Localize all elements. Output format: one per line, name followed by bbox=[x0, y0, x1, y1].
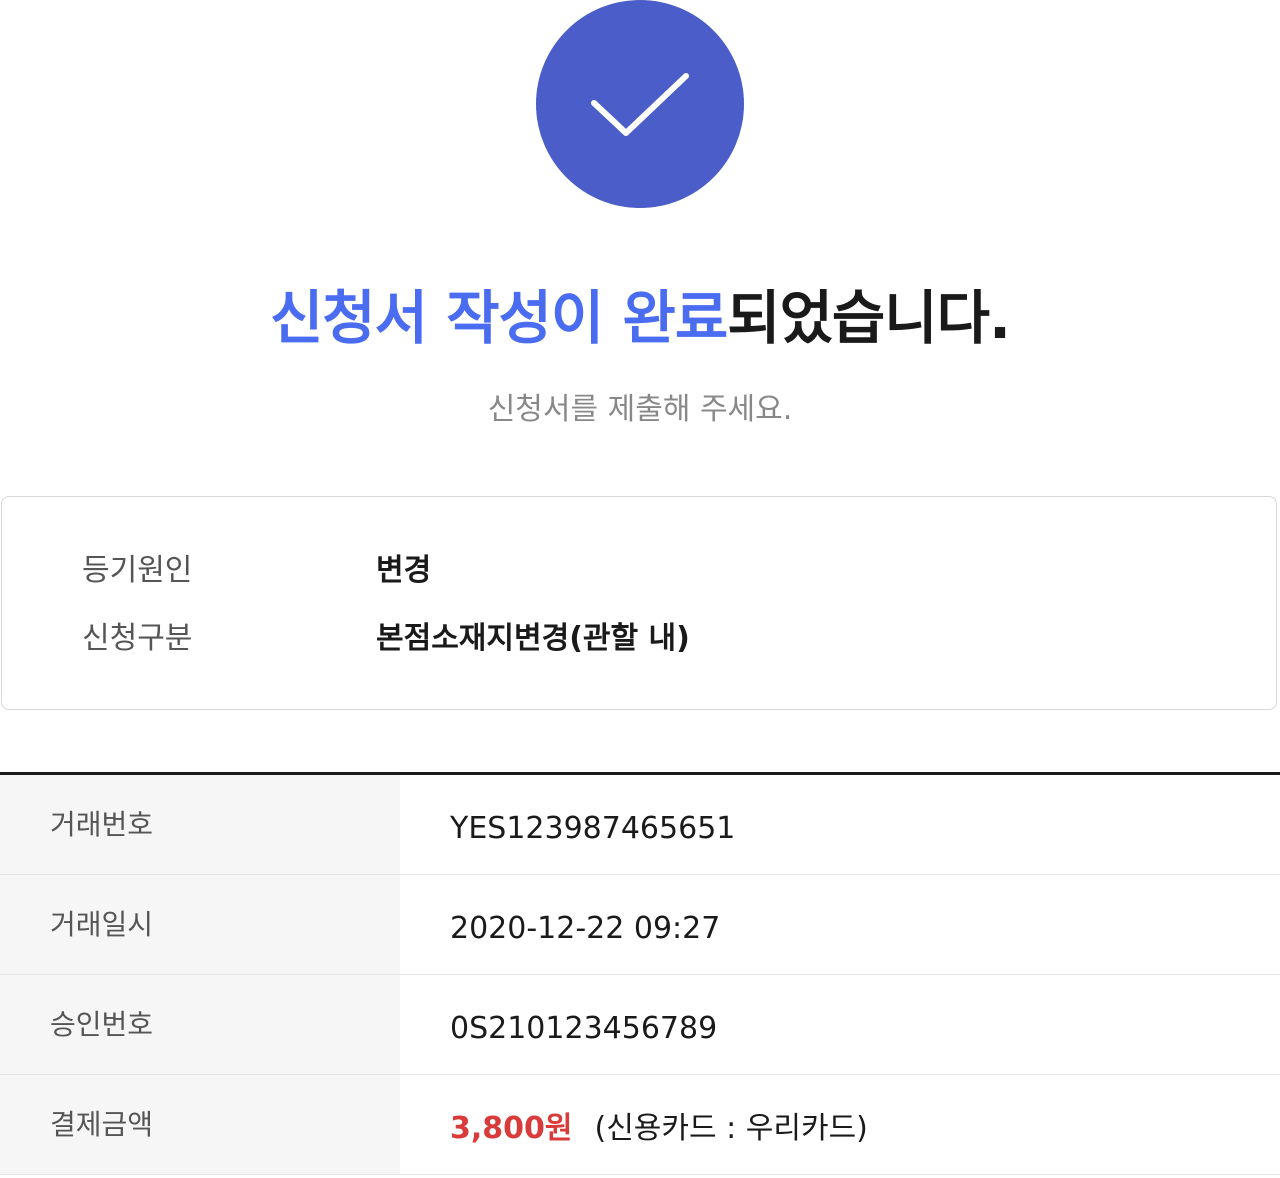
summary-value: 본점소재지변경(관할 내) bbox=[376, 621, 690, 656]
payment-method: (신용카드 : 우리카드) bbox=[594, 1111, 868, 1146]
approval-no-value: 0S210123456789 bbox=[450, 1011, 718, 1046]
table-row-transaction-time: 거래일시 2020-12-22 09:27 bbox=[0, 875, 1280, 975]
page-subtitle: 신청서를 제출해 주세요. bbox=[487, 392, 793, 427]
row-label: 승인번호 bbox=[0, 975, 400, 1074]
success-check-icon bbox=[536, 0, 744, 208]
payment-value: 3,800원 (신용카드 : 우리카드) bbox=[450, 1075, 868, 1174]
payment-amount: 3,800원 bbox=[450, 1111, 573, 1146]
summary-value: 변경 bbox=[376, 553, 432, 588]
page-title-accent: 신청서 작성이 완료 bbox=[269, 284, 728, 352]
row-label: 결제금액 bbox=[0, 1075, 400, 1174]
table-row-approval-no: 승인번호 0S210123456789 bbox=[0, 975, 1280, 1075]
application-summary-box: 등기원인 변경 신청구분 본점소재지변경(관할 내) bbox=[1, 496, 1277, 710]
table-row-transaction-no: 거래번호 YES123987465651 bbox=[0, 775, 1280, 875]
summary-label: 등기원인 bbox=[82, 553, 193, 588]
row-label: 거래번호 bbox=[0, 775, 400, 874]
page-title: 신청서 작성이 완료되었습니다. bbox=[0, 276, 1280, 360]
row-label: 거래일시 bbox=[0, 875, 400, 974]
table-row-payment: 결제금액 3,800원 (신용카드 : 우리카드) bbox=[0, 1075, 1280, 1175]
transaction-details-table: 거래번호 YES123987465651 거래일시 2020-12-22 09:… bbox=[0, 772, 1280, 1175]
check-icon bbox=[591, 73, 689, 136]
transaction-time-value: 2020-12-22 09:27 bbox=[450, 911, 721, 946]
completion-page: 신청서 작성이 완료되었습니다. 신청서를 제출해 주세요. 등기원인 변경 신… bbox=[0, 0, 1280, 1178]
transaction-no-value: YES123987465651 bbox=[450, 811, 736, 846]
page-title-rest: 되었습니다. bbox=[727, 284, 1011, 352]
summary-label: 신청구분 bbox=[82, 621, 193, 656]
